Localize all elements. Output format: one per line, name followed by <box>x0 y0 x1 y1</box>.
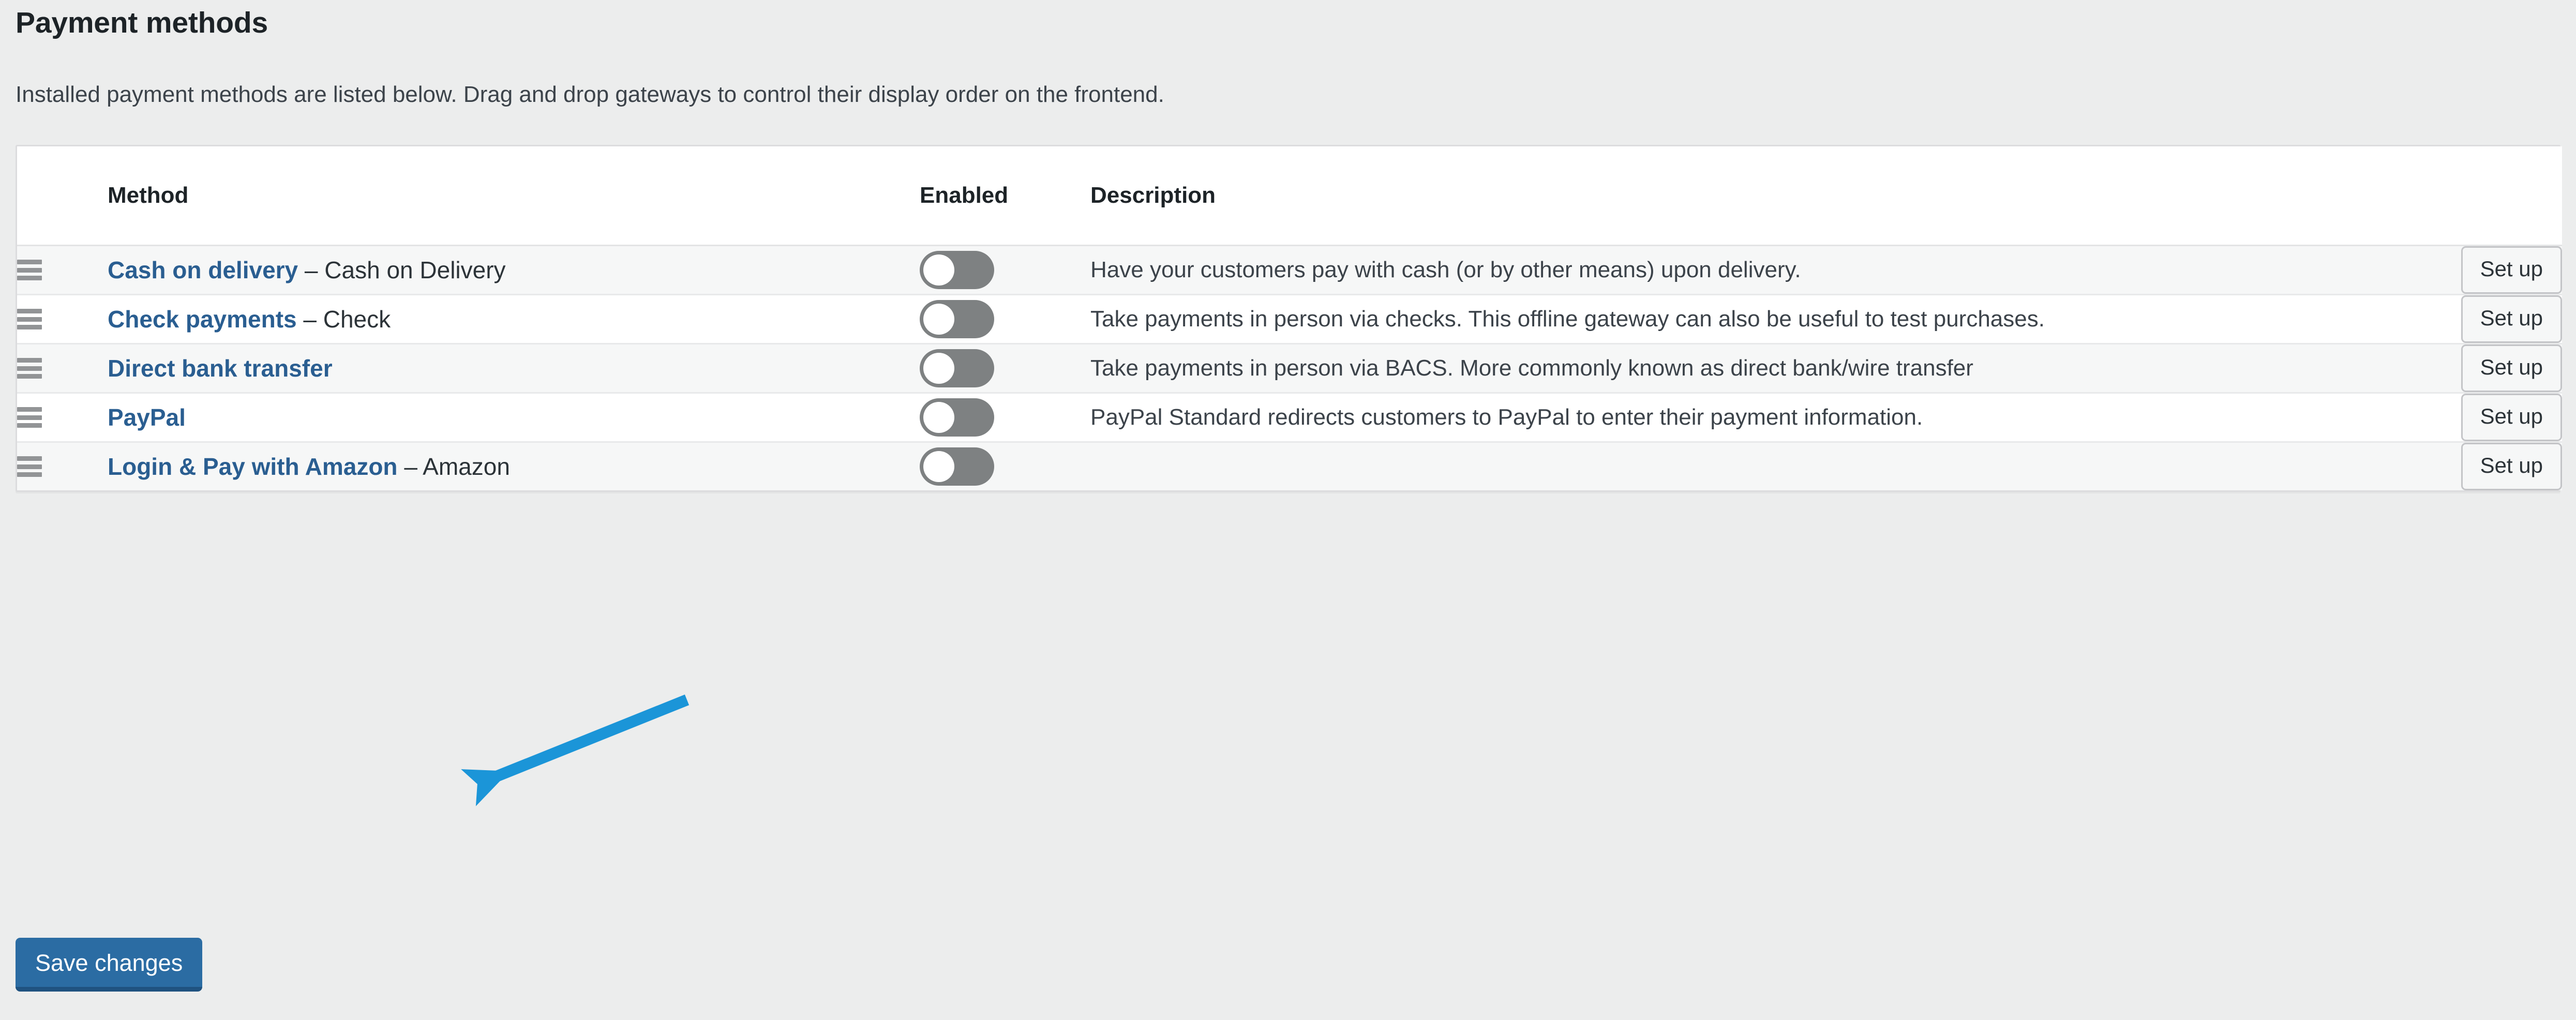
drag-handle-icon[interactable] <box>17 358 42 379</box>
enabled-cell <box>920 295 1090 344</box>
payment-methods-card: Method Enabled Description Cash on deliv… <box>16 145 2562 492</box>
enabled-toggle[interactable] <box>920 251 994 289</box>
set-up-button[interactable]: Set up <box>2461 394 2562 441</box>
method-name-link[interactable]: Direct bank transfer <box>108 355 333 382</box>
page-description: Installed payment methods are listed bel… <box>16 82 1164 107</box>
method-cell: Check payments – Check <box>108 295 920 344</box>
table-row[interactable]: Cash on delivery – Cash on Delivery Have … <box>17 245 2562 295</box>
set-up-button[interactable]: Set up <box>2461 295 2562 343</box>
description-cell <box>1090 442 2397 491</box>
enabled-toggle[interactable] <box>920 300 994 338</box>
toggle-knob <box>923 451 954 482</box>
action-cell: Set up <box>2397 344 2562 393</box>
method-name-suffix: – Amazon <box>397 453 510 480</box>
save-changes-button[interactable]: Save changes <box>16 938 203 992</box>
set-up-button[interactable]: Set up <box>2461 246 2562 294</box>
sort-cell <box>17 442 108 491</box>
enabled-cell <box>920 393 1090 442</box>
enabled-cell <box>920 246 1090 295</box>
table-row[interactable]: Login & Pay with Amazon – Amazon Set up <box>17 442 2562 491</box>
description-cell: Take payments in person via BACS. More c… <box>1090 355 1973 381</box>
payment-methods-table: Method Enabled Description Cash on deliv… <box>17 146 2562 490</box>
toggle-knob <box>923 353 954 384</box>
method-name-suffix: – Check <box>296 305 391 333</box>
drag-handle-icon[interactable] <box>17 260 42 280</box>
action-cell: Set up <box>2397 442 2562 490</box>
set-up-button[interactable]: Set up <box>2461 443 2562 490</box>
method-cell: Direct bank transfer <box>108 344 920 393</box>
column-header-enabled: Enabled <box>920 146 1090 246</box>
column-header-action <box>2397 146 2562 246</box>
action-cell: Set up <box>2397 295 2562 344</box>
sort-cell <box>17 393 108 442</box>
table-row[interactable]: Direct bank transfer Take payments in per… <box>17 343 2562 393</box>
pointer-arrow <box>461 694 690 806</box>
drag-handle-icon[interactable] <box>17 407 42 428</box>
toggle-knob <box>923 304 954 335</box>
method-cell: PayPal <box>108 393 920 442</box>
drag-handle-icon[interactable] <box>17 456 42 477</box>
table-header-row: Method Enabled Description <box>17 146 2562 246</box>
sort-cell <box>17 246 108 295</box>
enabled-toggle[interactable] <box>920 447 994 486</box>
method-name-link[interactable]: PayPal <box>108 404 186 431</box>
action-cell: Set up <box>2397 246 2562 295</box>
enabled-toggle[interactable] <box>920 349 994 387</box>
column-header-method: Method <box>108 146 920 246</box>
method-cell: Cash on delivery – Cash on Delivery <box>108 246 920 295</box>
description-cell: PayPal Standard redirects customers to P… <box>1090 404 1923 430</box>
method-name-link[interactable]: Cash on delivery <box>108 257 298 283</box>
action-cell: Set up <box>2397 393 2562 442</box>
column-header-sort <box>17 146 108 246</box>
sort-cell <box>17 295 108 344</box>
enabled-cell <box>920 344 1090 393</box>
drag-handle-icon[interactable] <box>17 309 42 329</box>
method-name-link[interactable]: Check payments <box>108 306 297 333</box>
table-header: Method Enabled Description <box>17 146 2562 246</box>
description-cell: Have your customers pay with cash (or by… <box>1090 257 1801 282</box>
method-cell: Login & Pay with Amazon – Amazon <box>108 442 920 491</box>
toggle-knob <box>923 402 954 433</box>
enabled-cell <box>920 442 1090 491</box>
page-title: Payment methods <box>16 6 268 39</box>
enabled-toggle[interactable] <box>920 398 994 437</box>
description-cell: Take payments in person via checks. This… <box>1090 306 2045 332</box>
method-name-suffix: – Cash on Delivery <box>298 256 506 283</box>
sort-cell <box>17 344 108 393</box>
set-up-button[interactable]: Set up <box>2461 344 2562 392</box>
toggle-knob <box>923 254 954 286</box>
table-body: Cash on delivery – Cash on Delivery Have … <box>17 245 2562 491</box>
table-row[interactable]: Check payments – Check Take payments in p… <box>17 294 2562 344</box>
table-row[interactable]: PayPal PayPal Standard redirects customer… <box>17 393 2562 442</box>
column-header-description: Description <box>1090 146 2397 246</box>
method-name-link[interactable]: Login & Pay with Amazon <box>108 453 398 480</box>
